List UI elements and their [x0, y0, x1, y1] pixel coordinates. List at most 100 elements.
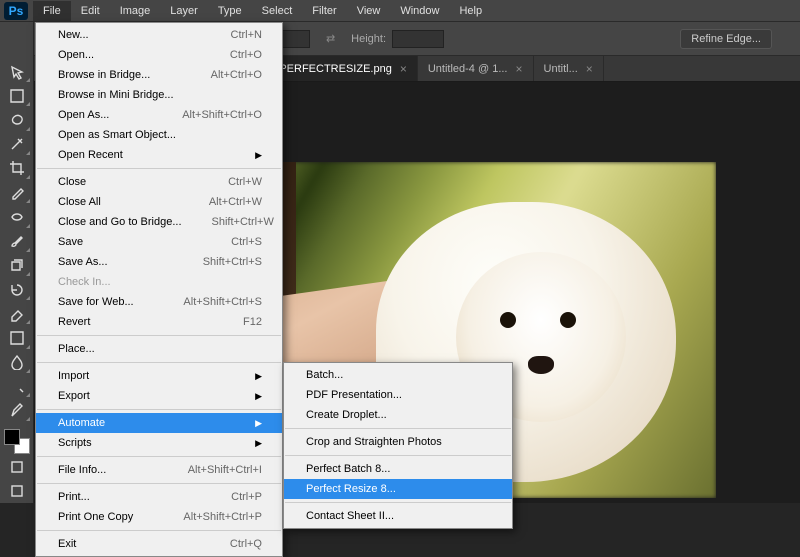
menu-separator — [37, 409, 281, 410]
menu-item-label: Close All — [58, 195, 101, 209]
menu-shortcut: Shift+Ctrl+S — [203, 255, 262, 269]
file-menu-item[interactable]: Open as Smart Object... — [36, 125, 282, 145]
healing-tool[interactable] — [3, 205, 31, 228]
file-menu-item[interactable]: Export▶ — [36, 386, 282, 406]
file-menu-item[interactable]: Close AllAlt+Ctrl+W — [36, 192, 282, 212]
menu-item-label: Place... — [58, 342, 95, 356]
menu-item-label: Browse in Bridge... — [58, 68, 150, 82]
swap-icon[interactable]: ⇄ — [326, 32, 335, 45]
file-menu-item[interactable]: Print One CopyAlt+Shift+Ctrl+P — [36, 507, 282, 527]
foreground-swatch[interactable] — [4, 429, 20, 445]
menu-separator — [37, 362, 281, 363]
document-tab[interactable]: Untitl... × — [534, 56, 604, 81]
app-logo: Ps — [4, 2, 28, 20]
file-menu-item: Check In... — [36, 272, 282, 292]
quickmask-tool[interactable] — [3, 455, 31, 478]
file-menu-item[interactable]: SaveCtrl+S — [36, 232, 282, 252]
dodge-tool[interactable] — [3, 375, 31, 398]
eyedropper-tool[interactable] — [3, 181, 31, 204]
menu-shortcut: Ctrl+P — [231, 490, 262, 504]
magic-wand-tool[interactable] — [3, 133, 31, 156]
menu-separator — [285, 455, 511, 456]
menu-item-label: Check In... — [58, 275, 111, 289]
submenu-arrow-icon: ▶ — [255, 148, 262, 162]
marquee-tool[interactable] — [3, 84, 31, 107]
file-menu-item[interactable]: Automate▶ — [36, 413, 282, 433]
file-menu-item[interactable]: Place... — [36, 339, 282, 359]
file-menu-item[interactable]: Scripts▶ — [36, 433, 282, 453]
menu-item-label: Crop and Straighten Photos — [306, 435, 442, 449]
color-swatches[interactable] — [4, 429, 30, 454]
menu-view[interactable]: View — [347, 1, 391, 21]
menu-select[interactable]: Select — [252, 1, 303, 21]
menu-item-label: Revert — [58, 315, 90, 329]
submenu-arrow-icon: ▶ — [255, 416, 262, 430]
file-menu-item[interactable]: Open Recent ▶ — [36, 145, 282, 165]
file-menu-item[interactable]: Browse in Mini Bridge... — [36, 85, 282, 105]
menu-image[interactable]: Image — [110, 1, 161, 21]
document-tab[interactable]: Untitled-4 @ 1... × — [418, 56, 534, 81]
history-brush-tool[interactable] — [3, 278, 31, 301]
file-menu-item[interactable]: Browse in Bridge... Alt+Ctrl+O — [36, 65, 282, 85]
tab-label: Untitled-4 @ 1... — [428, 63, 508, 75]
automate-menu-item[interactable]: PDF Presentation... — [284, 385, 512, 405]
automate-menu-item[interactable]: Batch... — [284, 365, 512, 385]
move-tool[interactable] — [3, 60, 31, 83]
file-menu-item[interactable]: Save As...Shift+Ctrl+S — [36, 252, 282, 272]
menu-item-label: Open Recent — [58, 148, 123, 162]
menu-item-label: Export — [58, 389, 90, 403]
gradient-tool[interactable] — [3, 326, 31, 349]
height-input[interactable] — [392, 30, 444, 48]
automate-menu-item[interactable]: Perfect Resize 8... — [284, 479, 512, 499]
height-label: Height: — [351, 33, 386, 45]
document-tab[interactable]: PERFECTRESIZE.png× — [269, 56, 418, 81]
file-menu-item[interactable]: Open As...Alt+Shift+Ctrl+O — [36, 105, 282, 125]
menu-shortcut: Ctrl+O — [230, 48, 262, 62]
menu-item-label: File Info... — [58, 463, 106, 477]
file-menu-item[interactable]: ExitCtrl+Q — [36, 534, 282, 554]
menu-item-label: Close — [58, 175, 86, 189]
file-menu-item[interactable]: Save for Web...Alt+Shift+Ctrl+S — [36, 292, 282, 312]
file-menu-item[interactable]: Open...Ctrl+O — [36, 45, 282, 65]
menu-file[interactable]: File — [33, 1, 71, 21]
menu-shortcut: Alt+Shift+Ctrl+P — [183, 510, 262, 524]
menu-layer[interactable]: Layer — [160, 1, 208, 21]
tab-label: Untitl... — [544, 63, 578, 75]
refine-edge-button[interactable]: Refine Edge... — [680, 29, 772, 49]
file-menu-item[interactable]: Import▶ — [36, 366, 282, 386]
file-menu-item[interactable]: File Info... Alt+Shift+Ctrl+I — [36, 460, 282, 480]
menu-filter[interactable]: Filter — [302, 1, 346, 21]
file-menu-item[interactable]: RevertF12 — [36, 312, 282, 332]
menu-type[interactable]: Type — [208, 1, 252, 21]
clone-tool[interactable] — [3, 254, 31, 277]
brush-tool[interactable] — [3, 230, 31, 253]
screenmode-tool[interactable] — [3, 480, 31, 503]
eraser-tool[interactable] — [3, 302, 31, 325]
menu-shortcut: Alt+Ctrl+O — [211, 68, 262, 82]
menu-window[interactable]: Window — [390, 1, 449, 21]
lasso-tool[interactable] — [3, 108, 31, 131]
close-icon[interactable]: × — [586, 62, 593, 76]
pen-tool[interactable] — [3, 399, 31, 422]
menu-item-label: Batch... — [306, 368, 343, 382]
menu-item-label: Create Droplet... — [306, 408, 387, 422]
automate-menu-item[interactable]: Perfect Batch 8... — [284, 459, 512, 479]
menu-help[interactable]: Help — [449, 1, 492, 21]
file-menu-item[interactable]: New...Ctrl+N — [36, 25, 282, 45]
automate-menu-item[interactable]: Crop and Straighten Photos — [284, 432, 512, 452]
menu-separator — [37, 530, 281, 531]
automate-menu-item[interactable]: Create Droplet... — [284, 405, 512, 425]
file-menu-item[interactable]: Print...Ctrl+P — [36, 487, 282, 507]
menu-item-label: Perfect Batch 8... — [306, 462, 390, 476]
blur-tool[interactable] — [3, 351, 31, 374]
menu-shortcut: Alt+Shift+Ctrl+I — [188, 463, 262, 477]
crop-tool[interactable] — [3, 157, 31, 180]
file-menu-item[interactable]: CloseCtrl+W — [36, 172, 282, 192]
file-menu-item[interactable]: Close and Go to Bridge...Shift+Ctrl+W — [36, 212, 282, 232]
close-icon[interactable]: × — [400, 62, 407, 76]
menubar: FileEditImageLayerTypeSelectFilterViewWi… — [0, 0, 800, 22]
menu-separator — [285, 428, 511, 429]
menu-edit[interactable]: Edit — [71, 1, 110, 21]
close-icon[interactable]: × — [516, 62, 523, 76]
automate-menu-item[interactable]: Contact Sheet II... — [284, 506, 512, 526]
